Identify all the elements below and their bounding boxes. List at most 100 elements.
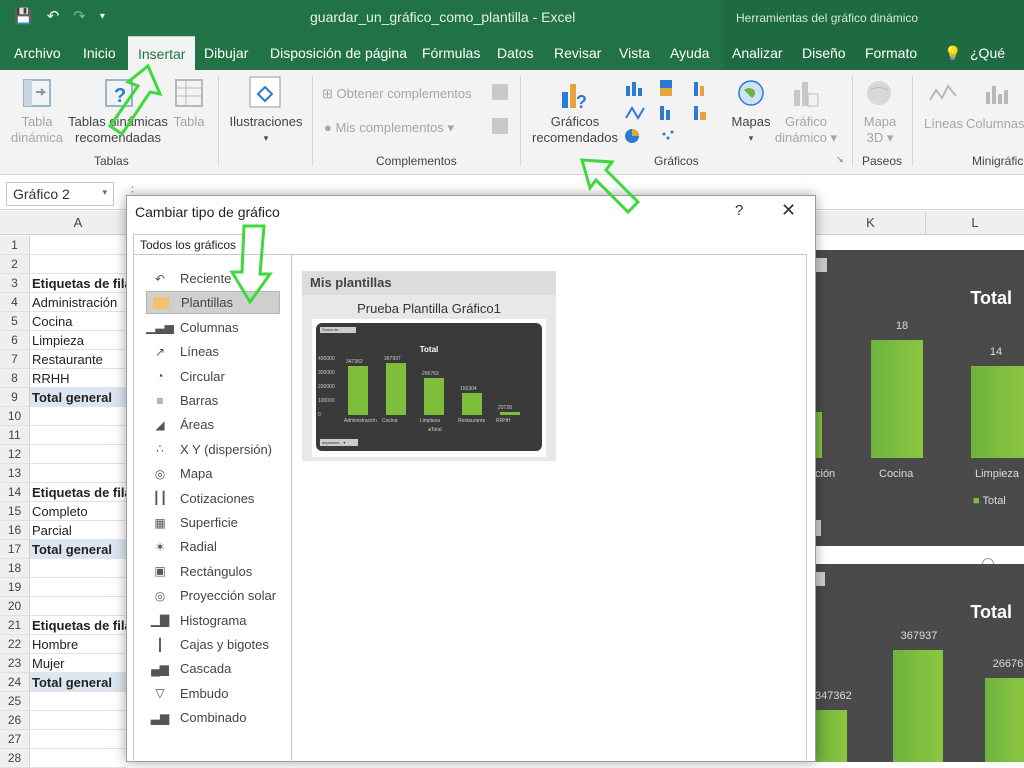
column-header-l[interactable]: L bbox=[925, 211, 1024, 235]
chart-type-cascada[interactable]: ▄▆ Cascada bbox=[146, 657, 280, 680]
maps-button[interactable]: Mapas ▾ bbox=[728, 114, 774, 146]
sparkline-lines-button[interactable]: Líneas bbox=[924, 116, 963, 132]
chart-type-x-y-dispersión[interactable]: ∴ X Y (dispersión) bbox=[146, 438, 280, 461]
chart-type-embudo[interactable]: ▽ Embudo bbox=[146, 682, 280, 705]
chart-type-áreas[interactable]: ◢ Áreas bbox=[146, 413, 280, 436]
row-header[interactable]: 17 bbox=[0, 540, 30, 559]
chart-type-rectángulos[interactable]: ▣ Rectángulos bbox=[146, 560, 280, 583]
bing-maps-icon[interactable] bbox=[492, 118, 508, 134]
pivot-chart-button[interactable]: Gráfico dinámico ▾ bbox=[774, 114, 838, 146]
cell-a23[interactable]: Mujer bbox=[30, 654, 126, 673]
row-header[interactable]: 28 bbox=[0, 749, 30, 768]
row-header[interactable]: 1 bbox=[0, 236, 30, 255]
row-header[interactable]: 15 bbox=[0, 502, 30, 521]
get-addins-button[interactable]: ⊞ Obtener complementos bbox=[322, 86, 512, 102]
cell-a9[interactable]: Total general bbox=[30, 388, 126, 407]
tab-ayuda[interactable]: Ayuda bbox=[670, 36, 709, 70]
row-header[interactable]: 9 bbox=[0, 388, 30, 407]
cell-a4[interactable]: Administración bbox=[30, 293, 126, 312]
row-header[interactable]: 10 bbox=[0, 407, 30, 426]
close-button[interactable]: ✕ bbox=[781, 200, 796, 221]
cell-a28[interactable] bbox=[30, 749, 126, 768]
lightbulb-icon[interactable]: 💡 bbox=[944, 36, 961, 70]
cell-a11[interactable] bbox=[30, 426, 126, 445]
template-thumbnail[interactable]: Suma de... Total ■Total departam... ▾ 40… bbox=[312, 319, 546, 457]
3d-map-button[interactable]: Mapa 3D ▾ bbox=[856, 114, 904, 146]
row-header[interactable]: 16 bbox=[0, 521, 30, 540]
table-button[interactable]: Tabla bbox=[172, 114, 206, 130]
row-header[interactable]: 21 bbox=[0, 616, 30, 635]
row-header[interactable]: 22 bbox=[0, 635, 30, 654]
cell-a5[interactable]: Cocina bbox=[30, 312, 126, 331]
row-header[interactable]: 7 bbox=[0, 350, 30, 369]
cell-a13[interactable] bbox=[30, 464, 126, 483]
name-box[interactable]: Gráfico 2 ▾ bbox=[6, 182, 114, 206]
row-header[interactable]: 18 bbox=[0, 559, 30, 578]
cell-a1[interactable] bbox=[30, 236, 126, 255]
customize-toolbar-icon[interactable]: ▾ bbox=[100, 11, 105, 25]
pivot-table-button[interactable]: Tabla dinámica bbox=[8, 114, 66, 146]
cell-a15[interactable]: Completo bbox=[30, 502, 126, 521]
row-header[interactable]: 19 bbox=[0, 578, 30, 597]
cell-a14[interactable]: Etiquetas de fila bbox=[30, 483, 126, 502]
cell-a26[interactable] bbox=[30, 711, 126, 730]
tab-analizar[interactable]: Analizar bbox=[732, 36, 783, 70]
chart-type-circular[interactable]: ◔ Circular bbox=[146, 365, 280, 388]
redo-icon[interactable]: ↷ bbox=[73, 7, 86, 25]
name-box-dropdown-icon[interactable]: ▾ bbox=[102, 187, 107, 198]
cell-a6[interactable]: Limpieza bbox=[30, 331, 126, 350]
column-header-a[interactable]: A bbox=[30, 211, 126, 235]
row-header[interactable]: 11 bbox=[0, 426, 30, 445]
chart-type-radial[interactable]: ✶ Radial bbox=[146, 535, 280, 558]
chart-type-barras[interactable]: ≡ Barras bbox=[146, 389, 280, 412]
row-header[interactable]: 6 bbox=[0, 331, 30, 350]
tab-dibujar[interactable]: Dibujar bbox=[204, 36, 248, 70]
chart-type-histograma[interactable]: ▁▇ Histograma bbox=[146, 609, 280, 632]
cell-a12[interactable] bbox=[30, 445, 126, 464]
cell-a2[interactable] bbox=[30, 255, 126, 274]
cell-a10[interactable] bbox=[30, 407, 126, 426]
illustrations-button[interactable]: Ilustraciones ▾ bbox=[228, 114, 304, 146]
row-header[interactable]: 24 bbox=[0, 673, 30, 692]
pivot-chart-1[interactable]: Total 18 14 ción Cocina Limpieza ■ Total bbox=[815, 250, 1024, 546]
column-header-k[interactable]: K bbox=[815, 211, 925, 235]
row-header[interactable]: 25 bbox=[0, 692, 30, 711]
cell-a16[interactable]: Parcial bbox=[30, 521, 126, 540]
tell-me-search[interactable]: ¿Qué desea bbox=[970, 36, 1024, 95]
field-button[interactable] bbox=[815, 572, 825, 586]
undo-icon[interactable]: ↶ bbox=[47, 7, 60, 25]
cell-a8[interactable]: RRHH bbox=[30, 369, 126, 388]
cell-a19[interactable] bbox=[30, 578, 126, 597]
dialog-launcher-icon[interactable]: ↘ bbox=[836, 154, 844, 165]
row-header[interactable]: 2 bbox=[0, 255, 30, 274]
cell-a21[interactable]: Etiquetas de fila bbox=[30, 616, 126, 635]
cell-a3[interactable]: Etiquetas de fila bbox=[30, 274, 126, 293]
row-header[interactable]: 8 bbox=[0, 369, 30, 388]
field-button[interactable] bbox=[815, 258, 827, 272]
tab-diseno[interactable]: Diseño bbox=[802, 36, 846, 70]
tab-revisar[interactable]: Revisar bbox=[554, 36, 601, 70]
store-icon[interactable] bbox=[492, 84, 508, 100]
tab-disposicion[interactable]: Disposición de página bbox=[270, 36, 407, 70]
pivot-chart-2[interactable]: Total 347362 367937 266763 bbox=[815, 564, 1024, 762]
cell-a27[interactable] bbox=[30, 730, 126, 749]
row-header[interactable]: 13 bbox=[0, 464, 30, 483]
chart-type-mapa[interactable]: ◎ Mapa bbox=[146, 462, 280, 485]
tab-archivo[interactable]: Archivo bbox=[14, 36, 61, 70]
row-header[interactable]: 23 bbox=[0, 654, 30, 673]
recommended-charts-button[interactable]: Gráficos recomendados bbox=[528, 114, 622, 146]
chart-type-cotizaciones[interactable]: ┃┃ Cotizaciones bbox=[146, 487, 280, 510]
row-header[interactable]: 12 bbox=[0, 445, 30, 464]
row-header[interactable]: 3 bbox=[0, 274, 30, 293]
select-all-corner[interactable] bbox=[0, 211, 30, 235]
chart-type-combinado[interactable]: ▃▆ Combinado bbox=[146, 706, 280, 729]
chart-type-superficie[interactable]: ▦ Superficie bbox=[146, 511, 280, 534]
row-header[interactable]: 4 bbox=[0, 293, 30, 312]
cell-a25[interactable] bbox=[30, 692, 126, 711]
tab-datos[interactable]: Datos bbox=[497, 36, 534, 70]
row-header[interactable]: 27 bbox=[0, 730, 30, 749]
cell-a7[interactable]: Restaurante bbox=[30, 350, 126, 369]
row-header[interactable]: 26 bbox=[0, 711, 30, 730]
my-addins-button[interactable]: ● Mis complementos ▾ bbox=[324, 120, 474, 136]
sparkline-columns-button[interactable]: Columnas bbox=[966, 116, 1024, 132]
